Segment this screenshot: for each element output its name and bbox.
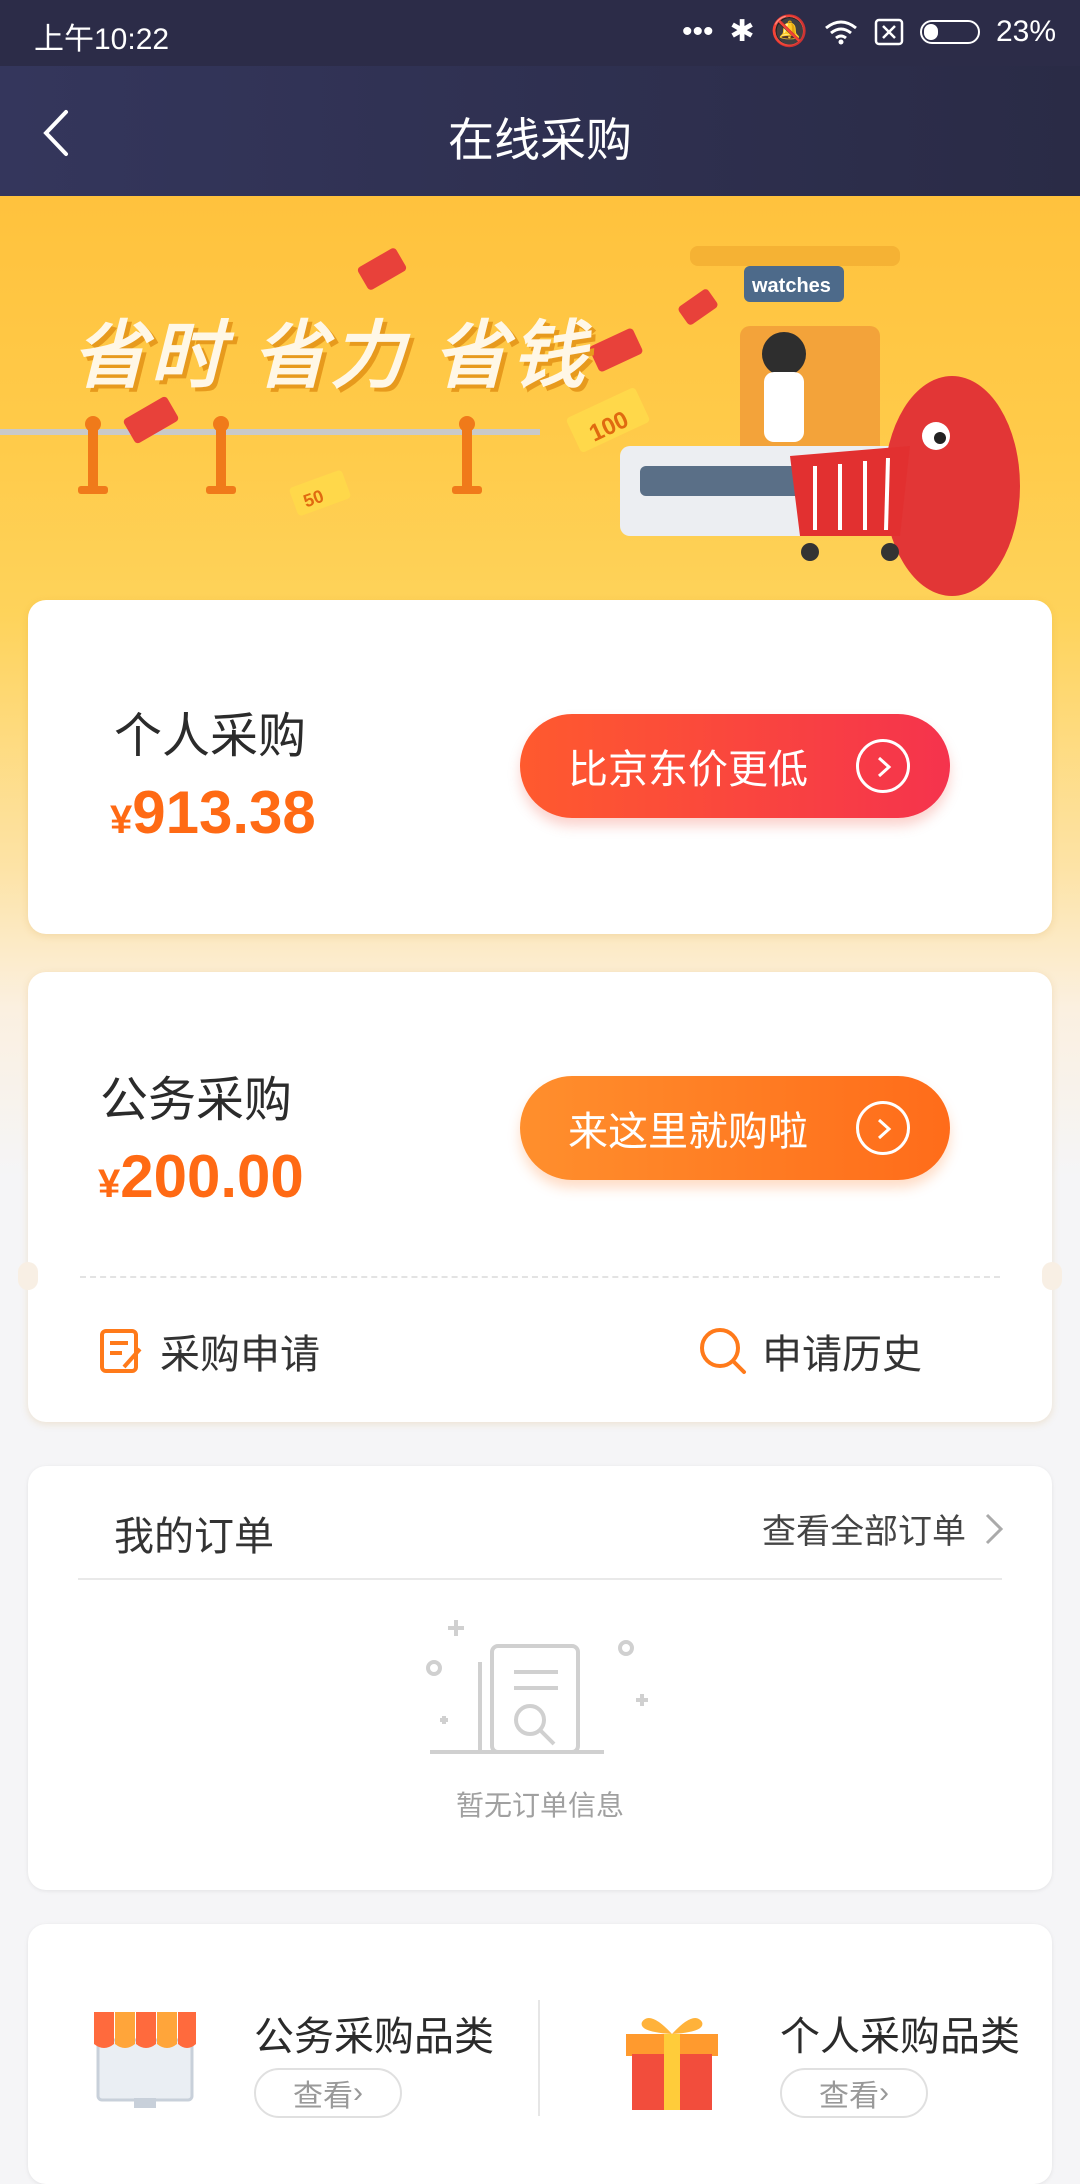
arrow-right-circle-icon [856,1101,910,1155]
business-purchase-amount: ¥200.00 [98,1143,304,1210]
business-purchase-title: 公务采购 [100,1074,293,1127]
status-bar: 上午10:22 ••• ✱ 🔕 23% [0,0,1080,66]
battery-percent: 23% [995,14,1056,48]
chevron-right-icon: › [879,2076,889,2109]
my-orders-card: 我的订单 查看全部订单 暂无订单信息 [28,1466,1052,1890]
ticket-notch-right [1042,1262,1062,1290]
ticket-notch-left [18,1262,38,1290]
banner-slogan: 省时 省力 省钱 [72,314,590,397]
purchase-apply-label: 采购申请 [160,1333,320,1377]
empty-orders-illustration-icon [426,1620,648,1754]
gift-icon[interactable] [620,2008,724,2112]
business-category-view-button[interactable]: 查看 › [254,2068,402,2118]
ticket-divider [80,1276,1000,1278]
apply-history-link[interactable]: 申请历史 [698,1322,922,1380]
personal-purchase-card: 个人采购 ¥913.38 比京东价更低 [28,600,1052,934]
edit-form-icon [100,1329,142,1373]
banner-sign-text: watches [751,275,831,297]
business-category-title: 公务采购品类 [254,2015,494,2059]
personal-purchase-button-label: 比京东价更低 [568,748,808,792]
personal-purchase-button[interactable]: 比京东价更低 [520,714,950,818]
chevron-right-icon [985,1513,1004,1544]
personal-purchase-title: 个人采购 [114,710,307,763]
business-purchase-button[interactable]: 来这里就购啦 [520,1076,950,1180]
page-title: 在线采购 [448,114,632,166]
personal-category-view-label: 查看 [819,2080,879,2113]
business-purchase-card: 公务采购 ¥200.00 来这里就购啦 采购申请 申请历史 [18,972,1062,1422]
search-icon [700,1328,746,1374]
apply-history-label: 申请历史 [762,1333,922,1377]
chevron-right-icon: › [353,2076,363,2109]
sim-icon [874,18,904,45]
top-nav-bar: 在线采购 [0,66,1080,196]
arrow-right-circle-icon [856,739,910,793]
mute-icon: 🔕 [770,15,808,48]
empty-orders-text: 暂无订单信息 [455,1790,624,1821]
business-purchase-button-label: 来这里就购啦 [568,1110,808,1154]
orders-divider [78,1578,1002,1580]
store-icon[interactable] [90,2010,200,2114]
wifi-icon [825,20,857,44]
banner-illustration: 100 50 watches [0,246,1020,596]
category-divider [538,2000,540,2116]
personal-purchase-amount: ¥913.38 [110,779,316,846]
battery-icon [919,19,980,44]
personal-category-title: 个人采购品类 [780,2015,1020,2059]
categories-card: 公务采购品类 查看 › 个人采购品类 查看 › [28,1924,1052,2184]
view-all-orders-label: 查看全部订单 [762,1513,966,1551]
personal-category-view-button[interactable]: 查看 › [780,2068,928,2118]
view-all-orders-link[interactable]: 查看全部订单 [762,1504,1004,1553]
promo-banner[interactable]: 100 50 watches 省时 省力 省钱 [0,196,1080,616]
my-orders-title: 我的订单 [114,1515,274,1559]
business-category-view-label: 查看 [293,2080,353,2113]
status-time: 上午10:22 [34,23,170,56]
bluetooth-icon: ✱ [729,15,755,48]
status-icons: ••• ✱ 🔕 23% [682,14,1056,49]
more-dots-icon: ••• [681,14,714,48]
purchase-apply-link[interactable]: 采购申请 [98,1322,320,1380]
